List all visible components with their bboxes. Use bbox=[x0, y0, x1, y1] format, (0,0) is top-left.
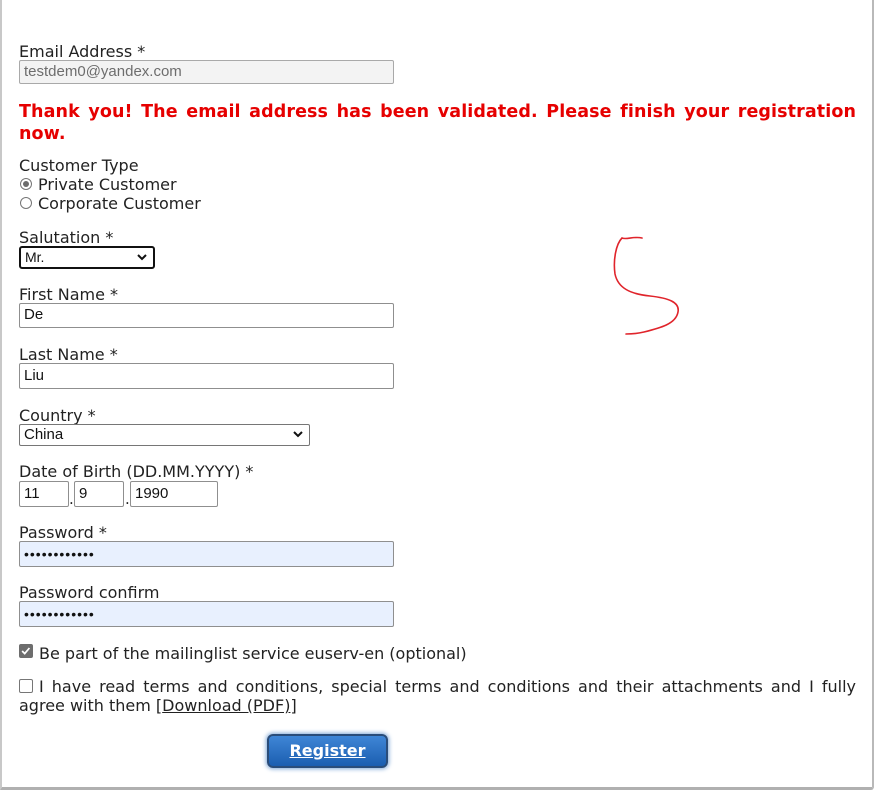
email-field: testdem0@yandex.com bbox=[19, 60, 394, 84]
radio-corporate-customer[interactable] bbox=[20, 197, 32, 209]
password-field[interactable]: •••••••••••• bbox=[19, 541, 394, 567]
country-label: Country * bbox=[19, 406, 96, 425]
password-confirm-label: Password confirm bbox=[19, 583, 160, 602]
password-confirm-field[interactable]: •••••••••••• bbox=[19, 601, 394, 627]
terms-text: I have read terms and conditions, specia… bbox=[19, 677, 856, 715]
dob-year-field[interactable]: 1990 bbox=[130, 481, 218, 507]
first-name-label: First Name * bbox=[19, 285, 119, 304]
dob-day-field[interactable]: 11 bbox=[19, 481, 69, 507]
radio-private-customer[interactable] bbox=[20, 178, 32, 190]
radio-corporate-customer-label[interactable]: Corporate Customer bbox=[38, 194, 201, 213]
dob-month-field[interactable]: 9 bbox=[74, 481, 124, 507]
terms-suffix: ] bbox=[290, 696, 297, 715]
dob-label: Date of Birth (DD.MM.YYYY) * bbox=[19, 462, 254, 481]
customer-type-label: Customer Type bbox=[19, 156, 139, 175]
last-name-field[interactable]: Liu bbox=[19, 363, 394, 389]
mailinglist-label[interactable]: Be part of the mailinglist service euser… bbox=[39, 644, 467, 663]
country-value: China bbox=[24, 426, 64, 443]
chevron-down-icon bbox=[293, 431, 303, 438]
first-name-field[interactable]: De bbox=[19, 303, 394, 328]
password-label: Password * bbox=[19, 523, 107, 542]
salutation-value: Mr. bbox=[25, 249, 45, 265]
annotation-squiggle-icon bbox=[613, 236, 679, 335]
email-label: Email Address * bbox=[19, 42, 146, 61]
validation-message: Thank you! The email address has been va… bbox=[19, 102, 856, 144]
chevron-down-icon bbox=[137, 254, 147, 261]
terms-label: I have read terms and conditions, specia… bbox=[19, 677, 856, 715]
salutation-select[interactable]: Mr. bbox=[19, 246, 155, 269]
mailinglist-checkbox[interactable] bbox=[19, 644, 33, 658]
checkmark-icon bbox=[21, 647, 31, 655]
last-name-label: Last Name * bbox=[19, 345, 118, 364]
radio-private-customer-label[interactable]: Private Customer bbox=[38, 175, 177, 194]
salutation-label: Salutation * bbox=[19, 228, 114, 247]
country-select[interactable]: China bbox=[19, 424, 310, 446]
terms-download-link[interactable]: Download (PDF) bbox=[162, 696, 290, 715]
register-button[interactable]: Register bbox=[267, 734, 388, 768]
